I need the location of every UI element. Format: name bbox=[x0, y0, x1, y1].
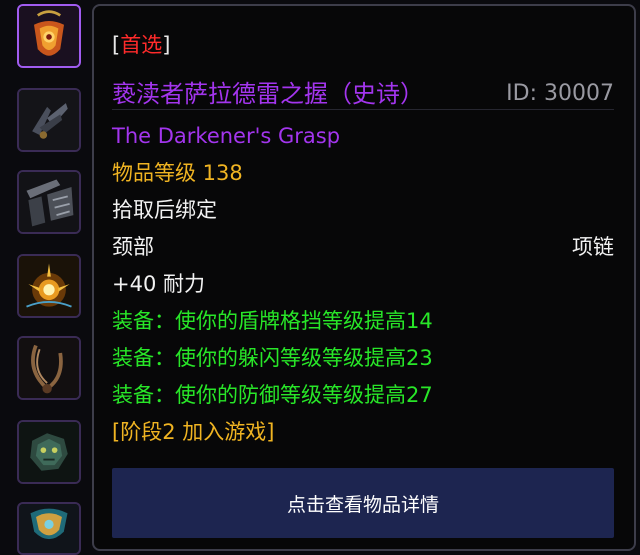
item-slot-weapon-bundle[interactable] bbox=[17, 170, 81, 234]
item-slot-dragon-pendant[interactable] bbox=[17, 420, 81, 484]
item-slot-golden-burst[interactable] bbox=[17, 254, 81, 318]
phase-label: [阶段2 加入游戏] bbox=[112, 420, 275, 444]
equip-effect-block: 装备：使你的盾牌格挡等级提高14 bbox=[112, 309, 433, 333]
item-icon-column bbox=[0, 0, 92, 555]
rope-necklace-icon bbox=[19, 338, 79, 398]
item-slot-amulet-orange[interactable] bbox=[17, 4, 81, 68]
equip-slot: 颈部 bbox=[112, 235, 154, 259]
item-type: 项链 bbox=[572, 235, 614, 259]
equip-effect-defense: 装备：使你的防御等级等级提高27 bbox=[112, 383, 433, 407]
item-english-name: The Darkener's Grasp bbox=[112, 124, 341, 148]
dragon-pendant-icon bbox=[19, 422, 79, 482]
winged-pendant-icon bbox=[19, 90, 79, 150]
item-tooltip-screen: [首选] 亵渎者萨拉德雷之握（史诗） ID: 30007 The Darkene… bbox=[0, 0, 640, 555]
binding-text: 拾取后绑定 bbox=[112, 198, 217, 222]
view-item-details-button[interactable]: 点击查看物品详情 bbox=[112, 468, 614, 538]
weapon-bundle-icon bbox=[19, 172, 79, 232]
first-pick-tag: [首选] bbox=[112, 31, 170, 59]
item-slot-teal-gold-amulet[interactable] bbox=[17, 502, 81, 555]
item-id: ID: 30007 bbox=[506, 81, 614, 106]
first-pick-bracket-open: [ bbox=[112, 33, 121, 57]
first-pick-bracket-close: ] bbox=[162, 33, 171, 57]
equip-effect-dodge: 装备：使你的躲闪等级等级提高23 bbox=[112, 346, 433, 370]
title-divider bbox=[112, 109, 614, 110]
stamina-stat: +40 耐力 bbox=[112, 272, 205, 296]
item-level: 物品等级 138 bbox=[112, 161, 243, 185]
item-slot-winged-pendant[interactable] bbox=[17, 88, 81, 152]
item-slot-rope-necklace[interactable] bbox=[17, 336, 81, 400]
first-pick-label: 首选 bbox=[120, 33, 163, 57]
item-tooltip: [首选] 亵渎者萨拉德雷之握（史诗） ID: 30007 The Darkene… bbox=[92, 4, 636, 551]
amulet-orange-icon bbox=[19, 6, 79, 66]
item-name: 亵渎者萨拉德雷之握（史诗） bbox=[112, 80, 424, 108]
golden-burst-icon bbox=[19, 256, 79, 316]
teal-gold-amulet-icon bbox=[19, 504, 79, 553]
